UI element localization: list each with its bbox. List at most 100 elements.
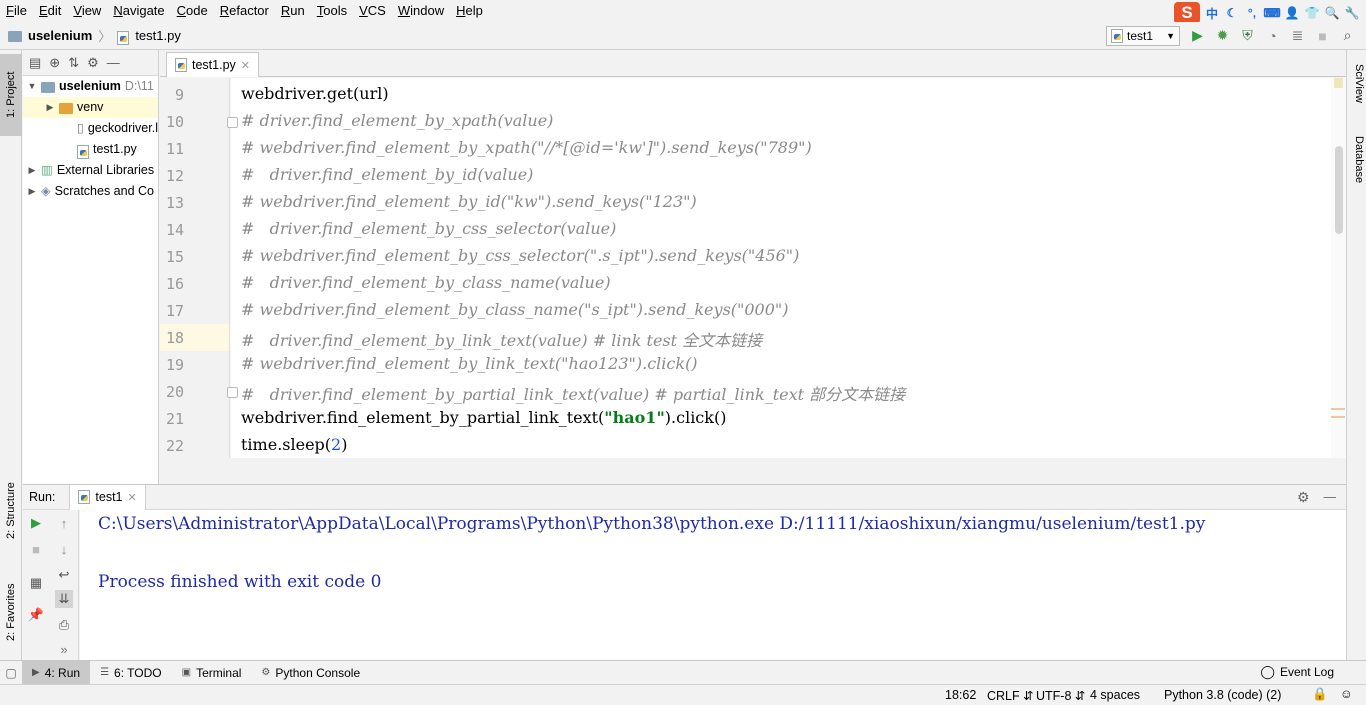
tab-todo[interactable]: ☰ 6: TODO — [90, 661, 172, 685]
tree-item[interactable]: ▶ ◈ Scratches and Co — [23, 181, 158, 202]
tab-test1-py[interactable]: test1.py ✕ — [166, 52, 259, 77]
indent-setting[interactable]: 4 spaces — [1090, 688, 1140, 702]
sogou-ime-icon[interactable]: S — [1174, 2, 1200, 24]
rerun-icon[interactable]: ▶ — [27, 514, 45, 532]
python-interpreter[interactable]: Python 3.8 (code) (2) — [1164, 688, 1281, 702]
menu-navigate[interactable]: Navigate — [107, 0, 170, 22]
code-line[interactable]: # driver.find_element_by_class_name(valu… — [241, 273, 611, 292]
panel-view-icon[interactable]: ▤ — [29, 55, 41, 71]
more-icon[interactable]: » — [55, 640, 73, 658]
notifications-icon[interactable]: ☺ — [1340, 687, 1353, 701]
locate-icon[interactable]: ⊕ — [49, 55, 60, 71]
code-line[interactable]: # webdriver.find_element_by_link_text("h… — [241, 354, 698, 373]
coverage-icon[interactable]: ⛨ — [1239, 27, 1256, 44]
event-log-button[interactable]: ◯ Event Log — [1260, 664, 1334, 680]
stop-icon[interactable]: ■ — [27, 540, 45, 558]
punctuation-icon[interactable]: °, — [1244, 5, 1260, 21]
code-line[interactable]: time.sleep(2) — [241, 435, 347, 454]
fold-marker-icon[interactable] — [227, 387, 238, 398]
code-line[interactable]: webdriver.get(url) — [241, 84, 389, 103]
close-icon[interactable]: ✕ — [128, 491, 137, 504]
breadcrumb-file[interactable]: test1.py — [135, 28, 181, 43]
chevron-right-icon[interactable]: ▶ — [27, 181, 37, 202]
tree-item[interactable]: ▶ venv — [23, 97, 158, 118]
code-line[interactable]: # driver.find_element_by_css_selector(va… — [241, 219, 616, 238]
menu-edit[interactable]: Edit — [33, 0, 67, 22]
run-icon[interactable]: ▶ — [1189, 27, 1206, 44]
menu-view[interactable]: View — [67, 0, 107, 22]
menu-window[interactable]: Window — [392, 0, 450, 22]
menu-refactor[interactable]: Refactor — [214, 0, 275, 22]
concurrency-icon[interactable]: ≣ — [1289, 27, 1306, 44]
tab-python-console[interactable]: ⚙ Python Console — [251, 661, 370, 685]
tab-terminal[interactable]: ▣ Terminal — [172, 661, 252, 685]
tab-favorites[interactable]: 2: Favorites — [0, 570, 22, 654]
ime-chinese-icon[interactable]: 中 — [1204, 5, 1220, 21]
pin-icon[interactable]: 📌 — [27, 606, 45, 624]
cursor-position[interactable]: 18:62 — [945, 688, 976, 702]
user-icon[interactable]: 👤 — [1284, 5, 1300, 21]
lock-icon[interactable]: 🔒 — [1312, 687, 1328, 702]
scroll-to-end-icon[interactable]: ⇊ — [55, 590, 73, 608]
tab-structure[interactable]: 2: Structure — [0, 470, 22, 552]
code-line[interactable]: # webdriver.find_element_by_class_name("… — [241, 300, 789, 319]
code-line[interactable]: # driver.find_element_by_link_text(value… — [241, 327, 762, 351]
code-line[interactable]: webdriver.find_element_by_partial_link_t… — [241, 408, 726, 427]
python-file-icon — [175, 58, 187, 72]
tool-window-icon[interactable]: ▢ — [0, 666, 22, 680]
close-icon[interactable]: ✕ — [241, 59, 250, 72]
print-icon[interactable]: ⎙ — [55, 616, 73, 634]
profile-icon[interactable]: ◔ — [1264, 27, 1281, 44]
code-line[interactable]: # driver.find_element_by_xpath(value) — [241, 111, 553, 130]
chevron-right-icon[interactable]: ▶ — [45, 97, 55, 118]
tree-item[interactable]: ▼ uselenium D:\11 — [23, 76, 158, 97]
menu-tools[interactable]: Tools — [311, 0, 353, 22]
code-line[interactable]: # driver.find_element_by_id(value) — [241, 165, 533, 184]
gear-icon[interactable]: ⚙ — [87, 55, 99, 71]
hide-icon[interactable]: — — [107, 55, 120, 70]
tab-sciview[interactable]: SciView — [1349, 64, 1365, 103]
tree-item[interactable]: test1.py — [23, 139, 158, 160]
tab-label: 6: TODO — [114, 665, 162, 680]
code-line[interactable]: # webdriver.find_element_by_xpath("//*[@… — [241, 138, 812, 157]
code-line[interactable]: # webdriver.find_element_by_id("kw").sen… — [241, 192, 697, 211]
chevron-right-icon[interactable]: ▶ — [27, 160, 37, 181]
console-output[interactable]: C:\Users\Administrator\AppData\Local\Pro… — [80, 510, 1346, 660]
run-config-select[interactable]: test1 ▼ — [1106, 26, 1180, 46]
tab-project[interactable]: 1: Project — [0, 54, 22, 136]
file-encoding[interactable]: UTF-8 ⇵ — [1036, 688, 1085, 703]
up-arrow-icon[interactable]: ↑ — [55, 514, 73, 532]
search-icon[interactable]: 🔍 — [1324, 5, 1340, 21]
menu-vcs[interactable]: VCS — [353, 0, 392, 22]
code-editor[interactable]: webdriver.get(url) # driver.find_element_… — [231, 78, 1331, 458]
wrench-icon[interactable]: 🔧 — [1344, 5, 1360, 21]
tab-database[interactable]: Database — [1349, 136, 1365, 183]
code-line[interactable]: # webdriver.find_element_by_css_selector… — [241, 246, 799, 265]
tab-run[interactable]: ▶ 4: Run — [22, 660, 91, 685]
menu-run[interactable]: Run — [275, 0, 311, 22]
soft-wrap-icon[interactable]: ↩ — [55, 566, 73, 584]
tree-item[interactable]: ▯ geckodriver.l — [23, 118, 158, 139]
menu-help[interactable]: Help — [450, 0, 489, 22]
breadcrumb-project[interactable]: uselenium — [28, 28, 92, 43]
shirt-icon[interactable]: 👕 — [1304, 5, 1320, 21]
collapse-icon[interactable]: ⇅ — [68, 55, 79, 71]
line-separator[interactable]: CRLF ⇵ — [987, 688, 1034, 703]
gear-icon[interactable]: ⚙ — [1297, 489, 1310, 506]
moon-icon[interactable]: ☾ — [1224, 5, 1240, 21]
layout-icon[interactable]: ▦ — [27, 574, 45, 592]
keyboard-icon[interactable]: ⌨ — [1263, 5, 1280, 21]
fold-marker-icon[interactable] — [227, 117, 238, 128]
code-line[interactable]: # driver.find_element_by_partial_link_te… — [241, 381, 905, 405]
chevron-down-icon[interactable]: ▼ — [27, 76, 37, 97]
minimize-icon[interactable]: — — [1324, 490, 1337, 504]
menu-code[interactable]: Code — [171, 0, 214, 22]
editor-scrollbar[interactable] — [1331, 78, 1346, 458]
search-everywhere-icon[interactable]: ⌕ — [1339, 27, 1356, 44]
tree-item[interactable]: ▶ ▥ External Libraries — [23, 160, 158, 181]
menu-file[interactable]: File — [0, 0, 33, 22]
run-tab[interactable]: test1 ✕ — [69, 484, 146, 510]
stop-icon[interactable]: ■ — [1314, 27, 1331, 44]
down-arrow-icon[interactable]: ↓ — [55, 540, 73, 558]
debug-icon[interactable]: ✹ — [1214, 27, 1231, 44]
